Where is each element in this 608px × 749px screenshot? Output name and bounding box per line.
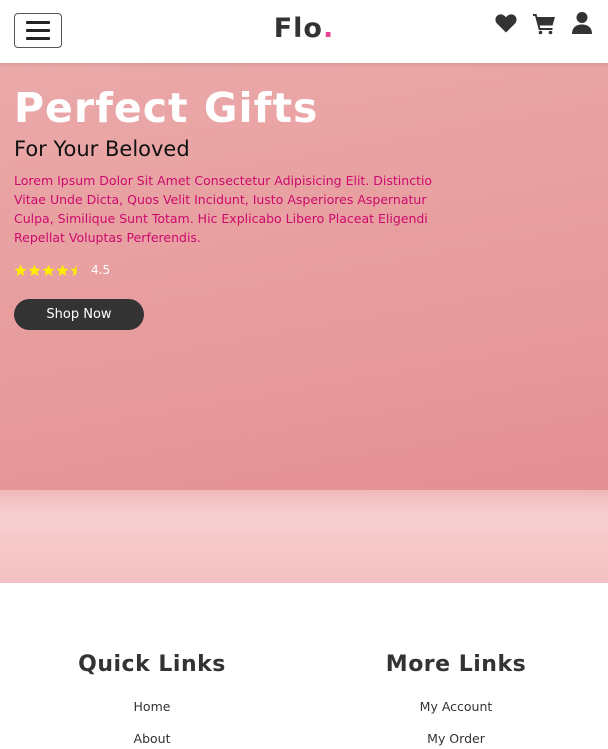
- star-rating: [14, 264, 83, 277]
- hero-description: Lorem Ipsum Dolor Sit Amet Consectetur A…: [14, 173, 433, 245]
- hero-subtitle: For Your Beloved: [14, 137, 190, 161]
- more-links-column: More Links My Account My Order: [304, 652, 608, 749]
- user-icon[interactable]: [570, 11, 594, 35]
- star-icon: [28, 264, 41, 276]
- nav-icons: [494, 11, 594, 35]
- star-icon: [14, 264, 27, 276]
- star-icon: [56, 264, 69, 276]
- cart-icon[interactable]: [532, 11, 556, 35]
- rating-value: 4.5: [91, 263, 111, 277]
- hero-floor: [0, 490, 608, 583]
- heart-icon[interactable]: [494, 11, 518, 35]
- footer-link-home[interactable]: Home: [0, 691, 304, 723]
- brand-dot: .: [322, 13, 335, 44]
- footer-link-my-order[interactable]: My Order: [304, 723, 608, 749]
- shop-now-button[interactable]: Shop Now: [14, 299, 144, 330]
- quick-links-title: Quick Links: [78, 652, 226, 677]
- rating: 4.5: [14, 263, 110, 277]
- star-icon: [42, 264, 55, 276]
- footer-link-my-account[interactable]: My Account: [304, 691, 608, 723]
- star-icon: [70, 264, 77, 276]
- quick-links-column: Quick Links Home About: [0, 652, 304, 749]
- more-links-title: More Links: [385, 652, 527, 677]
- hero-title: Perfect Gifts: [14, 84, 319, 132]
- brand-name: Flo: [273, 13, 323, 44]
- navbar: Flo.: [0, 0, 608, 63]
- footer-link-about[interactable]: About: [0, 723, 304, 749]
